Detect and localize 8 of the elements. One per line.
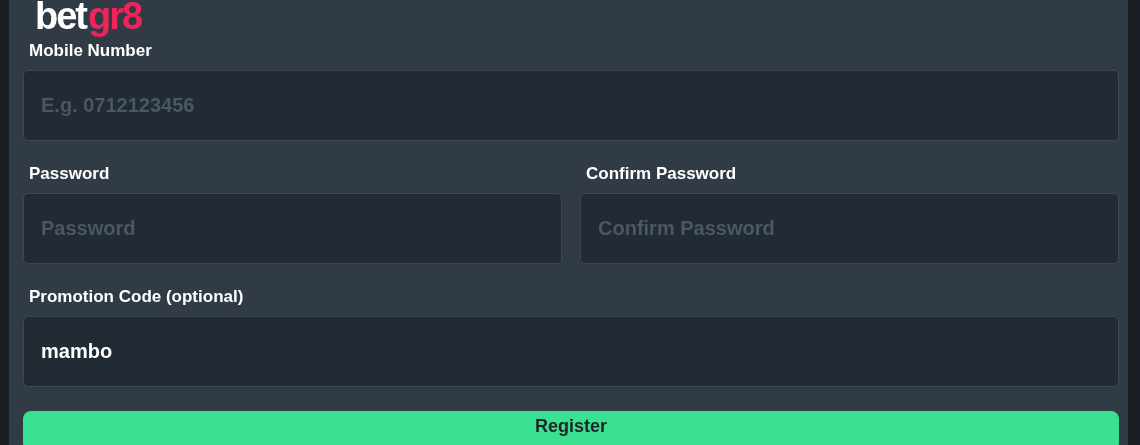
field-label: Promotion Code (optional) bbox=[28, 286, 245, 307]
field-label: Confirm Password bbox=[585, 163, 738, 184]
input-field[interactable]: mambo bbox=[23, 316, 1119, 387]
logo-text: bet bbox=[35, 0, 87, 36]
field-label: Mobile Number bbox=[28, 40, 153, 61]
register-button[interactable]: Register bbox=[23, 411, 1119, 445]
logo-text: gr8 bbox=[88, 0, 143, 36]
field-label: Password bbox=[28, 163, 111, 184]
